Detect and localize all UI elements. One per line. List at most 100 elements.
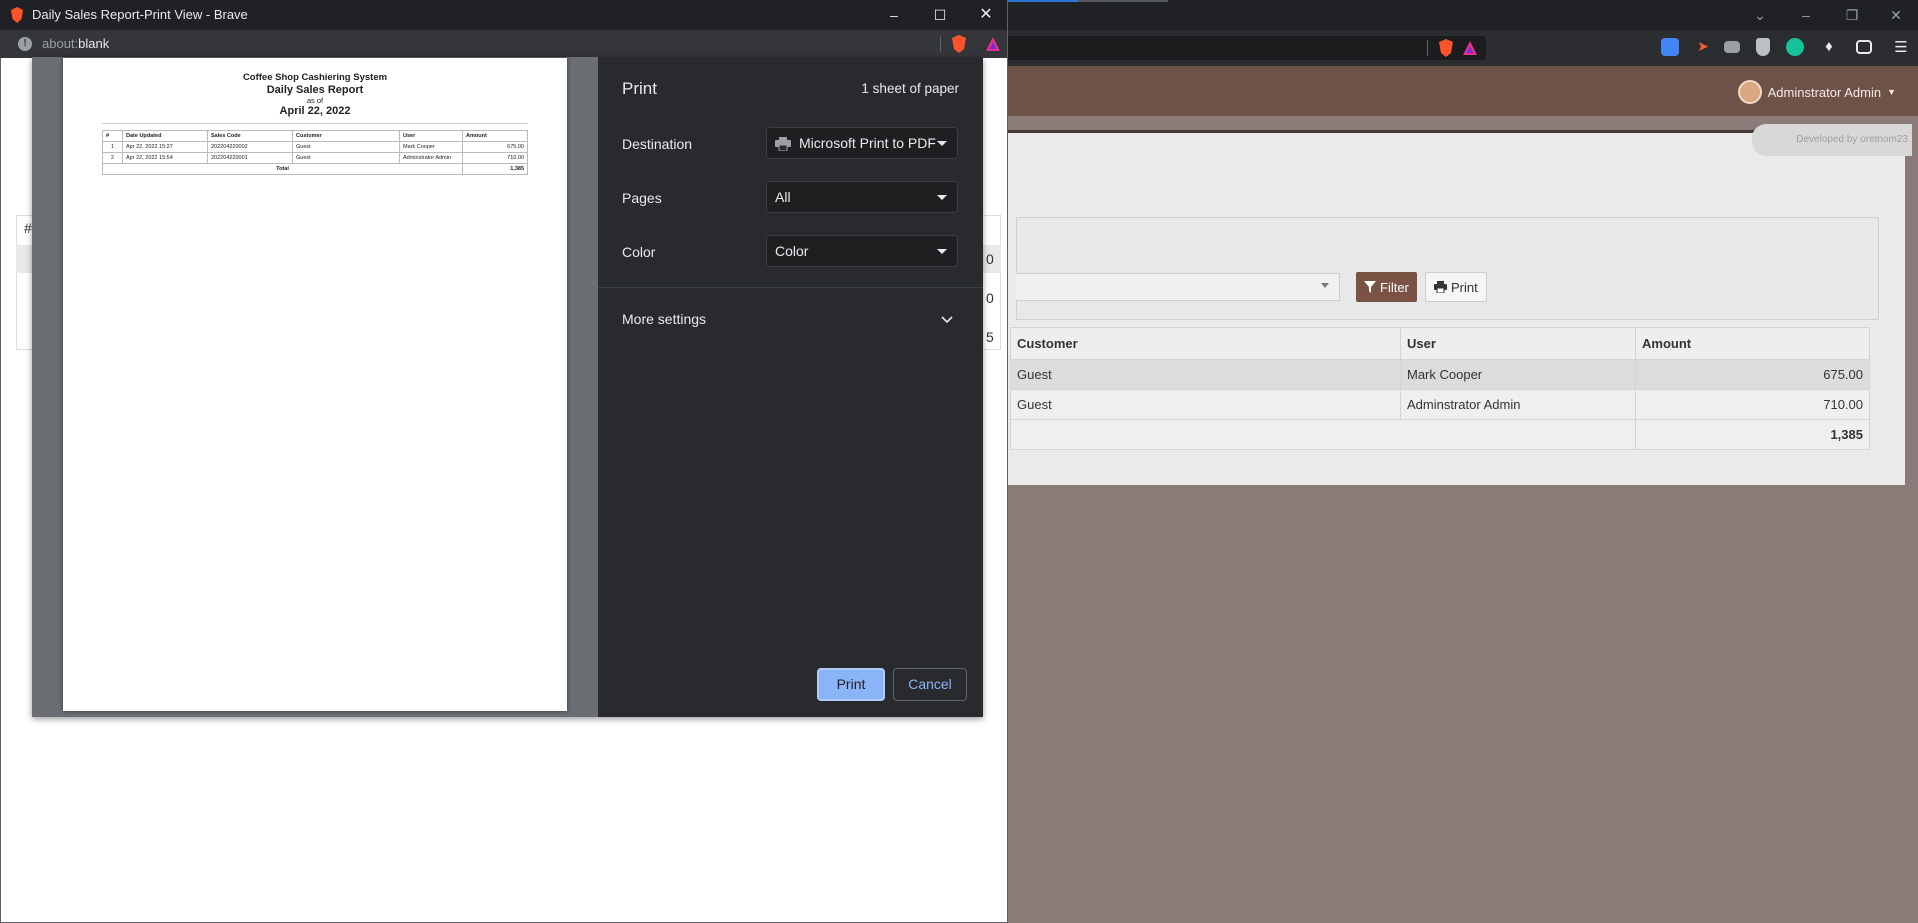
extensions-puzzle-icon[interactable]: ♦ <box>1820 38 1838 56</box>
print-dialog-title: Print <box>622 79 657 98</box>
report-title: Daily Sales Report <box>266 84 364 96</box>
grammarly-extension-icon[interactable] <box>1786 38 1804 56</box>
print-button-label: Print <box>1451 279 1478 295</box>
column-header: Amount <box>1635 327 1870 360</box>
report-cell: 202204220001 <box>207 152 293 164</box>
filter-button-label: Filter <box>1380 279 1409 295</box>
report-row: 2 Apr 22, 2022 15:54 202204220001 Guest … <box>102 152 528 164</box>
report-header: Customer <box>292 130 400 142</box>
destination-label: Destination <box>622 136 693 152</box>
swift-extension-icon[interactable]: ➤ <box>1694 38 1712 56</box>
report-cell: 675.00 <box>462 141 528 153</box>
report-cell: Adminstrator Admin <box>399 152 463 164</box>
translate-extension-icon[interactable] <box>1661 38 1679 56</box>
report-preview: Coffee Shop Cashiering System Daily Sale… <box>102 72 528 175</box>
color-label: Color <box>622 244 656 260</box>
destination-value: Microsoft Print to PDF <box>799 135 936 151</box>
destination-select[interactable]: Microsoft Print to PDF <box>766 127 958 159</box>
print-settings-panel: Print 1 sheet of paper Destination Micro… <box>598 57 983 717</box>
ghost-cell: 0 <box>986 290 994 306</box>
close-icon[interactable]: ✕ <box>1874 4 1918 26</box>
filter-button[interactable]: Filter <box>1356 272 1417 302</box>
popup-brave-rewards-icon[interactable] <box>985 36 1001 52</box>
restore-icon[interactable]: ❐ <box>1830 4 1874 26</box>
background-address-bar[interactable] <box>970 36 1486 60</box>
total-amount: 1,385 <box>1635 419 1870 450</box>
minimize-icon[interactable]: – <box>1784 4 1828 26</box>
report-cell: Guest <box>292 152 400 164</box>
report-header: Date Updated <box>122 130 208 142</box>
more-settings-label: More settings <box>622 311 707 327</box>
popup-maximize-icon[interactable]: ☐ <box>918 4 962 26</box>
tab-search-icon[interactable]: ⌄ <box>1738 4 1782 26</box>
report-table: # Date Updated Sales Code Customer User … <box>102 130 528 175</box>
shield-extension-icon[interactable] <box>1756 38 1770 56</box>
popup-titlebar: Daily Sales Report-Print View - Brave – … <box>0 0 1007 30</box>
report-total-row: Total 1,385 <box>102 163 528 175</box>
address-path: blank <box>78 36 110 51</box>
tab-indicator <box>1078 0 1168 2</box>
total-row: 1,385 <box>1010 419 1870 450</box>
more-settings-toggle[interactable]: More settings <box>598 305 983 335</box>
report-system-name: Coffee Shop Cashiering System <box>242 72 388 83</box>
report-cell: Apr 22, 2022 15:27 <box>122 141 208 153</box>
address-scheme: about: <box>42 36 79 51</box>
report-total-value: 1,385 <box>462 163 528 175</box>
print-button[interactable]: Print <box>1425 272 1487 302</box>
popup-address-bar[interactable]: ! about:blank <box>0 30 1007 58</box>
date-filter-select[interactable] <box>1016 273 1340 301</box>
ghost-cell: 0 <box>986 251 994 267</box>
chevron-down-icon: ▼ <box>1887 87 1896 97</box>
report-as-of: as of <box>306 96 324 105</box>
menu-icon[interactable]: ☰ <box>1892 38 1910 56</box>
report-header: Amount <box>462 130 528 142</box>
report-cell: 1 <box>102 141 123 153</box>
print-confirm-button[interactable]: Print <box>817 668 885 701</box>
user-menu-label: Adminstrator Admin <box>1767 84 1882 100</box>
column-header: User <box>1400 327 1636 360</box>
popup-brave-shield-icon[interactable] <box>951 35 967 53</box>
pages-value: All <box>775 189 791 205</box>
report-cell: Mark Cooper <box>399 141 463 153</box>
brave-rewards-icon[interactable] <box>1462 40 1478 56</box>
report-row: 1 Apr 22, 2022 15:27 202204220002 Guest … <box>102 141 528 153</box>
color-select[interactable]: Color <box>766 235 958 267</box>
table-row: Guest Mark Cooper 675.00 <box>1010 359 1870 390</box>
chevron-down-icon <box>937 141 947 146</box>
report-total-label: Total <box>102 163 463 175</box>
camera-extension-icon[interactable] <box>1724 41 1740 53</box>
brave-shield-icon[interactable] <box>1438 39 1454 57</box>
popup-close-icon[interactable]: ✕ <box>964 4 1008 26</box>
report-cell: Guest <box>292 141 400 153</box>
chevron-down-icon <box>941 316 953 324</box>
color-value: Color <box>775 243 809 259</box>
report-header: Sales Code <box>207 130 293 142</box>
amount-cell: 675.00 <box>1635 359 1870 390</box>
amount-cell: 710.00 <box>1635 389 1870 420</box>
report-cell: 202204220002 <box>207 141 293 153</box>
pages-label: Pages <box>622 190 662 206</box>
table-row: Guest Adminstrator Admin 710.00 <box>1010 389 1870 420</box>
chevron-down-icon <box>937 195 947 200</box>
column-header: Customer <box>1010 327 1401 360</box>
sheet-count: 1 sheet of paper <box>861 81 959 96</box>
developer-badge: Developed by oretnom23 <box>1752 124 1912 156</box>
total-spacer <box>1010 419 1636 450</box>
popup-minimize-icon[interactable]: – <box>872 4 916 26</box>
cancel-button[interactable]: Cancel <box>893 668 967 701</box>
filter-card <box>1016 217 1879 320</box>
wallet-icon[interactable] <box>1856 40 1872 54</box>
printer-icon <box>1434 281 1447 293</box>
info-icon[interactable]: ! <box>18 37 32 51</box>
chevron-down-icon <box>937 249 947 254</box>
report-header: # <box>102 130 123 142</box>
user-cell: Mark Cooper <box>1400 359 1636 390</box>
user-cell: Adminstrator Admin <box>1400 389 1636 420</box>
filter-icon <box>1364 281 1376 293</box>
user-menu[interactable]: Adminstrator Admin ▼ <box>1737 80 1896 104</box>
report-date: April 22, 2022 <box>279 105 351 117</box>
customer-cell: Guest <box>1010 389 1401 420</box>
preview-sheet: Coffee Shop Cashiering System Daily Sale… <box>63 58 567 711</box>
pages-select[interactable]: All <box>766 181 958 213</box>
customer-cell: Guest <box>1010 359 1401 390</box>
